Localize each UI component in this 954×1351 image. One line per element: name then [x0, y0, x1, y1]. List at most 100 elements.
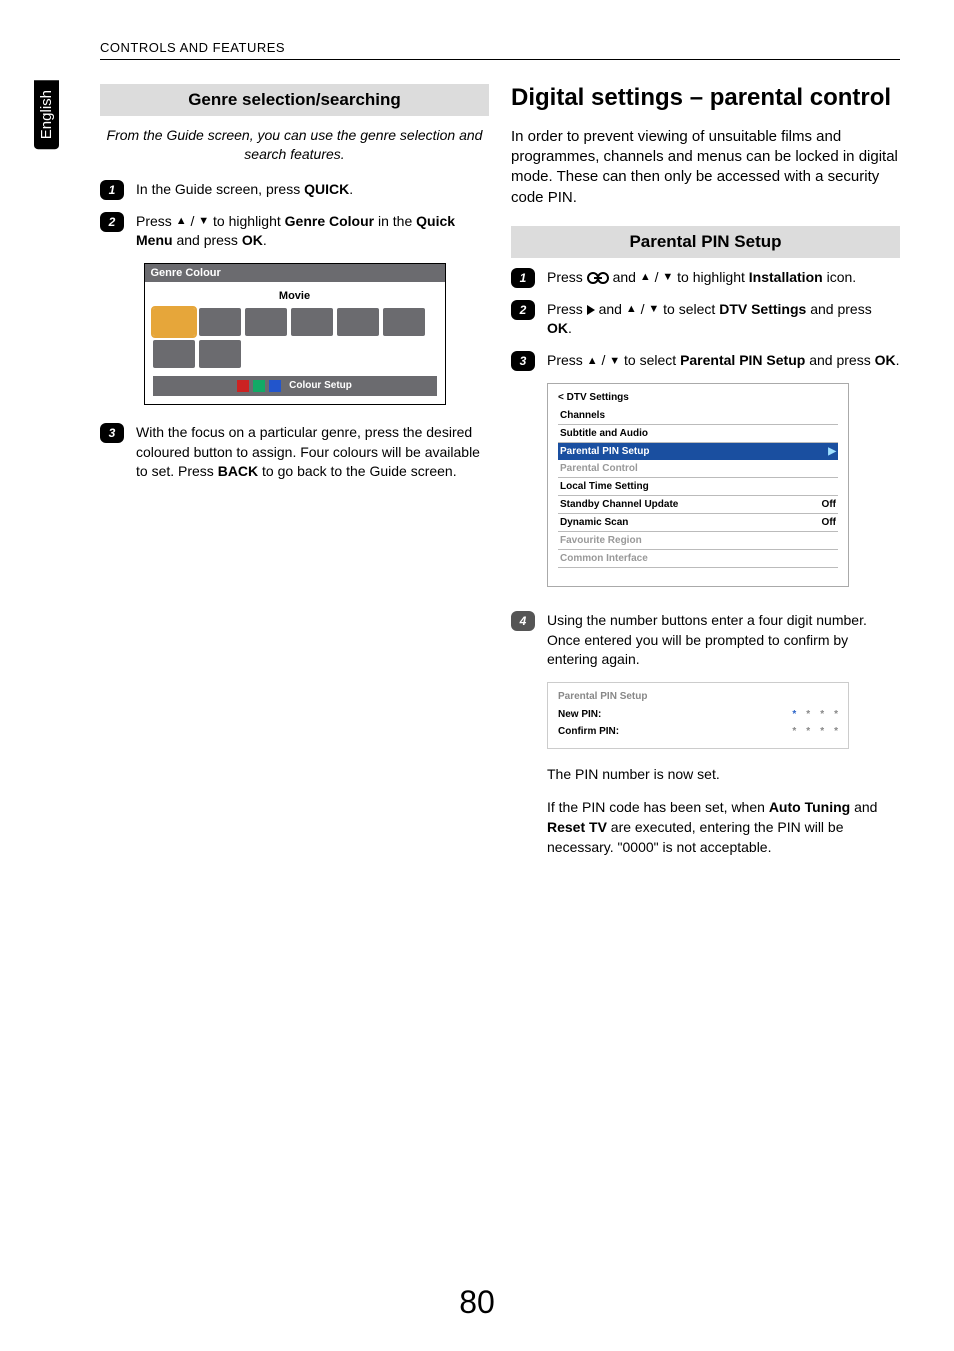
genre-tile	[291, 308, 333, 336]
parental-intro: In order to prevent viewing of unsuitabl…	[511, 127, 900, 208]
dtv-rows-container: Channels Subtitle and Audio Parental PIN S…	[558, 407, 838, 568]
down-triangle-icon: ▼	[648, 302, 659, 317]
pin-auto-tuning-note: If the PIN code has been set, when Auto …	[547, 798, 900, 857]
dtv-row-label: Parental Control	[560, 463, 638, 474]
colour-square-blue	[269, 380, 281, 392]
step-bullet-3: 3	[100, 423, 124, 443]
dtv-row-label: Subtitle and Audio	[560, 428, 648, 439]
right-column: Digital settings – parental control In o…	[511, 84, 900, 871]
pin-dot-icon: *	[834, 709, 838, 720]
genre-step-2: 2 Press ▲ / ▼ to highlight Genre Colour …	[100, 212, 489, 251]
dtv-row: Dynamic Scan Off	[558, 514, 838, 532]
down-triangle-icon: ▼	[609, 354, 620, 369]
down-triangle-icon: ▼	[198, 214, 209, 229]
confirm-pin-dots: * * * *	[792, 726, 838, 737]
up-triangle-icon: ▲	[626, 302, 637, 317]
dtv-row-label: Common Interface	[560, 553, 648, 564]
genre-step-1-text: In the Guide screen, press QUICK.	[136, 180, 353, 200]
header-rule	[100, 59, 900, 60]
step-bullet-2: 2	[511, 300, 535, 320]
dtv-row-label: Parental PIN Setup	[560, 446, 649, 457]
dtv-row: Channels	[558, 407, 838, 425]
dtv-row-label: Favourite Region	[560, 535, 642, 546]
colour-square-red	[237, 380, 249, 392]
up-triangle-icon: ▲	[640, 270, 651, 285]
manual-page: English CONTROLS AND FEATURES Genre sele…	[0, 0, 954, 1351]
pin-dot-icon: *	[820, 709, 824, 720]
new-pin-dots: * * * *	[792, 709, 838, 720]
dtv-settings-head: < DTV Settings	[558, 392, 838, 403]
new-pin-label: New PIN:	[558, 709, 601, 720]
parental-pin-subheading: Parental PIN Setup	[511, 226, 900, 258]
pin-dot-icon: *	[792, 726, 796, 737]
genre-step-3: 3 With the focus on a particular genre, …	[100, 423, 489, 482]
running-head: CONTROLS AND FEATURES	[100, 40, 900, 55]
step-bullet-3: 3	[511, 351, 535, 371]
dtv-row-value: Off	[822, 517, 836, 528]
genre-tile	[337, 308, 379, 336]
pin-step-3-text: Press ▲ / ▼ to select Parental PIN Setup…	[547, 351, 899, 371]
dtv-row: Favourite Region	[558, 532, 838, 550]
dtv-row-label: Dynamic Scan	[560, 517, 628, 528]
pin-step-1: 1 Press and ▲ / ▼ to highlight Installat…	[511, 268, 900, 288]
pin-set-confirmation: The PIN number is now set.	[547, 765, 900, 785]
genre-tile	[199, 340, 241, 368]
step-bullet-1: 1	[511, 268, 535, 288]
figure-category-label: Movie	[153, 290, 437, 302]
dtv-row: Local Time Setting	[558, 478, 838, 496]
dtv-row: Parental PIN Setup ▶	[558, 443, 838, 460]
dtv-row-label: Local Time Setting	[560, 481, 649, 492]
pin-step-2: 2 Press and ▲ / ▼ to select DTV Settings…	[511, 300, 900, 339]
pin-step-1-text: Press and ▲ / ▼ to highlight Installatio…	[547, 268, 856, 288]
dtv-row: Subtitle and Audio	[558, 425, 838, 443]
pin-dot-icon: *	[834, 726, 838, 737]
pin-step-2-text: Press and ▲ / ▼ to select DTV Settings a…	[547, 300, 900, 339]
language-tab: English	[34, 80, 59, 149]
pin-step-4-text: Using the number buttons enter a four di…	[547, 611, 900, 670]
pin-row-confirm: Confirm PIN: * * * *	[558, 723, 838, 740]
genre-icon-grid	[153, 308, 437, 368]
up-triangle-icon: ▲	[176, 214, 187, 229]
genre-step-3-text: With the focus on a particular genre, pr…	[136, 423, 489, 482]
pin-row-new: New PIN: * * * *	[558, 706, 838, 723]
dtv-row: Common Interface	[558, 550, 838, 568]
pin-box-title: Parental PIN Setup	[558, 691, 838, 702]
dtv-row-value: Off	[822, 499, 836, 510]
pin-dot-icon: *	[806, 726, 810, 737]
genre-tile	[153, 340, 195, 368]
dtv-settings-figure: < DTV Settings Channels Subtitle and Audi…	[547, 383, 849, 587]
left-column: Genre selection/searching From the Guide…	[100, 84, 489, 871]
content-columns: Genre selection/searching From the Guide…	[100, 84, 900, 871]
genre-tile	[383, 308, 425, 336]
right-triangle-icon	[587, 305, 595, 315]
colour-setup-row: Colour Setup	[153, 376, 437, 396]
down-triangle-icon: ▼	[662, 270, 673, 285]
step-bullet-1: 1	[100, 180, 124, 200]
pin-dot-icon: *	[792, 709, 796, 720]
genre-tile	[245, 308, 287, 336]
pin-dot-icon: *	[820, 726, 824, 737]
figure-body: Movie Colour	[145, 282, 445, 404]
genre-tile-selected	[153, 308, 195, 336]
genre-tile	[199, 308, 241, 336]
genre-step-1: 1 In the Guide screen, press QUICK.	[100, 180, 489, 200]
genre-colour-figure: Genre Colour Movie	[144, 263, 446, 405]
genre-subheading: Genre selection/searching	[100, 84, 489, 116]
pin-step-4: 4 Using the number buttons enter a four …	[511, 611, 900, 670]
colour-square-green	[253, 380, 265, 392]
up-triangle-icon: ▲	[587, 354, 598, 369]
confirm-pin-label: Confirm PIN:	[558, 726, 619, 737]
dtv-row: Standby Channel UpdateOff	[558, 496, 838, 514]
pin-dot-icon: *	[806, 709, 810, 720]
step-bullet-4: 4	[511, 611, 535, 631]
genre-step-2-text: Press ▲ / ▼ to highlight Genre Colour in…	[136, 212, 489, 251]
dtv-row-label: Channels	[560, 410, 605, 421]
page-number: 80	[0, 1284, 954, 1321]
dtv-row-value: ▶	[828, 446, 836, 457]
pin-step-3: 3 Press ▲ / ▼ to select Parental PIN Set…	[511, 351, 900, 371]
genre-intro: From the Guide screen, you can use the g…	[100, 126, 489, 164]
dtv-row: Parental Control	[558, 460, 838, 478]
figure-title-bar: Genre Colour	[145, 264, 445, 282]
step-bullet-2: 2	[100, 212, 124, 232]
colour-setup-label: Colour Setup	[289, 380, 352, 391]
